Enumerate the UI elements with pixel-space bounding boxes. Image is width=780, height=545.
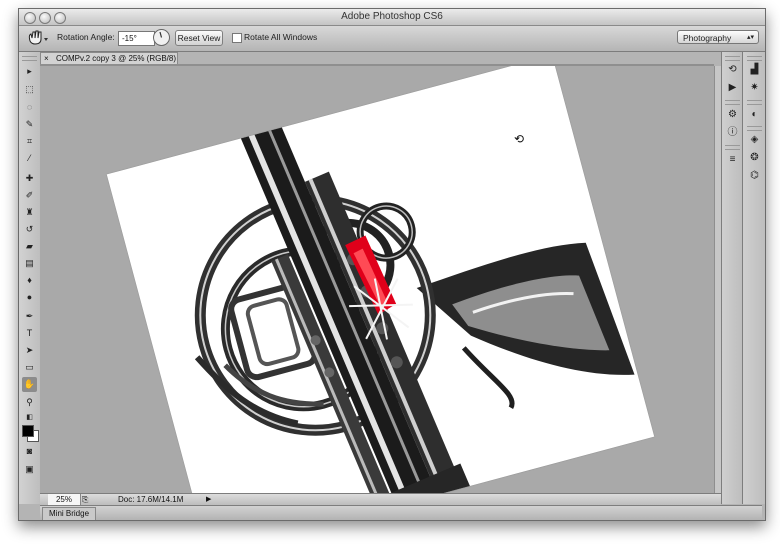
- mini-bridge-panel: Mini Bridge: [40, 505, 762, 520]
- rectangle-icon[interactable]: ▭: [22, 360, 37, 375]
- rotate-view-cursor-icon: ⟲: [514, 132, 525, 146]
- actions-panel-icon[interactable]: ▶: [724, 80, 741, 96]
- navigator-panel-icon[interactable]: ✷: [746, 80, 763, 96]
- workspace-value: Photography: [683, 33, 732, 43]
- foreground-color-swatch[interactable]: [22, 425, 34, 437]
- panel-dock-main: ▟ ✷ ◐ ◈ ❂ ⌬: [742, 52, 765, 504]
- document-size-info: Doc: 17.6M/14.1M: [118, 495, 184, 504]
- options-bar: Rotation Angle: -15° Reset View Rotate A…: [19, 26, 765, 52]
- rotation-angle-label: Rotation Angle:: [57, 32, 115, 42]
- panel-dock-collapsed: ⟲ ▶ ⚙ ⓘ ≡: [721, 52, 743, 504]
- select-arrows-icon: ▴▾: [746, 34, 754, 41]
- window-title: Adobe Photoshop CS6: [341, 11, 443, 22]
- marquee-icon[interactable]: ⬚: [22, 82, 37, 97]
- clone-source-panel-icon[interactable]: ≡: [724, 152, 741, 168]
- hand-icon: [28, 30, 48, 45]
- healing-brush-icon[interactable]: ✚: [22, 171, 37, 186]
- path-select-icon[interactable]: ➤: [22, 343, 37, 358]
- rotate-all-windows-checkbox[interactable]: [232, 33, 242, 43]
- quick-mask-icon[interactable]: ◙: [22, 444, 37, 459]
- zoom-icon[interactable]: ⚲: [22, 395, 37, 410]
- dock-separator: [747, 126, 762, 131]
- tool-preset-picker[interactable]: [25, 29, 49, 46]
- type-icon[interactable]: T: [22, 326, 37, 341]
- channels-panel-icon[interactable]: ❂: [746, 150, 763, 166]
- info-panel-icon[interactable]: ⓘ: [724, 125, 741, 141]
- blur-icon[interactable]: ♦: [22, 273, 37, 288]
- layers-panel-icon[interactable]: ◈: [746, 132, 763, 148]
- dock-separator: [725, 100, 740, 105]
- status-menu-arrow-icon[interactable]: ▶: [206, 494, 211, 505]
- rotation-angle-input[interactable]: -15°: [118, 31, 155, 46]
- dock-separator: [747, 100, 762, 105]
- workspace-select[interactable]: Photography ▴▾: [677, 30, 759, 44]
- dock-separator: [725, 145, 740, 150]
- photoshop-window: Adobe Photoshop CS6 Rotation Angle: -15°…: [18, 8, 766, 521]
- reset-view-button[interactable]: Reset View: [175, 30, 223, 46]
- document-canvas[interactable]: ⟲: [40, 66, 714, 493]
- crop-icon[interactable]: ⌗: [22, 134, 37, 149]
- history-brush-icon[interactable]: ↺: [22, 222, 37, 237]
- rotation-dial[interactable]: [153, 29, 170, 46]
- lasso-icon[interactable]: ◌: [22, 100, 37, 115]
- rotation-dial-icon: [159, 31, 163, 38]
- mini-bridge-tab[interactable]: Mini Bridge: [42, 507, 97, 520]
- quick-select-icon[interactable]: ✎: [22, 117, 37, 132]
- paths-panel-icon[interactable]: ⌬: [746, 168, 763, 184]
- pen-icon[interactable]: ✒: [22, 309, 37, 324]
- tools-panel: ▸ ⬚ ◌ ✎ ⌗ ⁄ ✚ ✐ ♜ ↺ ▰ ▤ ♦ ● ✒ T ➤ ▭ ✋ ⚲ …: [19, 52, 41, 504]
- gradient-icon[interactable]: ▤: [22, 256, 37, 271]
- layer-comps-panel-icon[interactable]: ⚙: [724, 107, 741, 123]
- histogram-panel-icon[interactable]: ▟: [746, 62, 763, 78]
- default-colors-icon[interactable]: ◧: [22, 410, 37, 425]
- zoom-level-field[interactable]: 25%: [48, 494, 81, 505]
- screen-mode-icon[interactable]: ▣: [22, 462, 37, 477]
- clone-stamp-icon[interactable]: ♜: [22, 205, 37, 220]
- horn-clarinet-photo: [194, 117, 635, 493]
- document-image: [106, 66, 655, 493]
- export-icon[interactable]: ⎘: [82, 494, 88, 505]
- brush-icon[interactable]: ✐: [22, 188, 37, 203]
- dock-grip[interactable]: [725, 56, 740, 61]
- eraser-icon[interactable]: ▰: [22, 239, 37, 254]
- history-panel-icon[interactable]: ⟲: [724, 62, 741, 78]
- move-icon[interactable]: ▸: [22, 64, 37, 79]
- title-bar: Adobe Photoshop CS6: [19, 9, 765, 26]
- dodge-icon[interactable]: ●: [22, 290, 37, 305]
- dock-grip[interactable]: [747, 56, 762, 61]
- rotate-all-windows-label: Rotate All Windows: [244, 32, 318, 42]
- panel-grip[interactable]: [22, 56, 37, 61]
- rotate-view-icon[interactable]: ✋: [22, 377, 37, 392]
- eyedropper-icon[interactable]: ⁄: [22, 151, 37, 166]
- adjustments-panel-icon[interactable]: ◐: [746, 107, 763, 123]
- status-bar: 25% ⎘ Doc: 17.6M/14.1M ▶: [40, 493, 721, 505]
